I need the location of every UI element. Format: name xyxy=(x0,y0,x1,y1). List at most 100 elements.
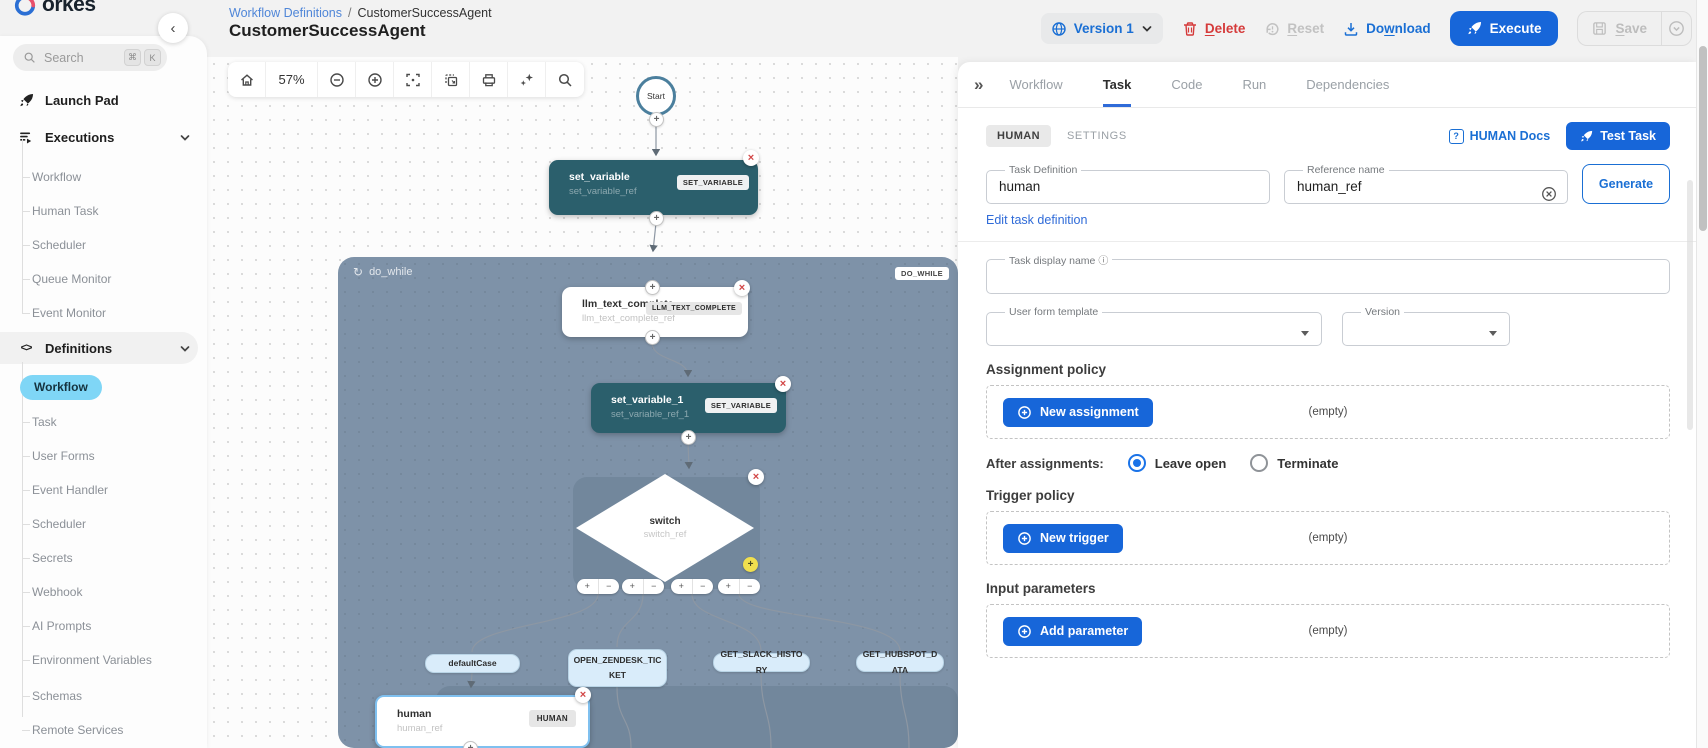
sidebar-section-executions[interactable]: Executions xyxy=(0,124,207,150)
add-branch-button[interactable]: + xyxy=(743,557,758,572)
add-task-button[interactable]: + xyxy=(649,211,664,226)
ai-assist-button[interactable] xyxy=(508,62,546,97)
node-set-variable-1[interactable]: set_variable_1 set_variable_ref_1 SET_VA… xyxy=(591,383,786,433)
task-display-name-field[interactable]: Task display name ⓘ xyxy=(986,252,1670,294)
new-trigger-button[interactable]: New trigger xyxy=(1003,523,1123,553)
window-scrollbar-thumb[interactable] xyxy=(1699,46,1707,231)
home-view-button[interactable] xyxy=(228,62,266,97)
case-get-hubspot-data[interactable]: GET_HUBSPOT_DATA xyxy=(856,649,944,675)
breadcrumb-link[interactable]: Workflow Definitions xyxy=(229,6,342,20)
sidebar-item-ai-prompts[interactable]: AI Prompts xyxy=(21,613,91,639)
zoom-in-icon xyxy=(367,72,382,87)
radio-leave-open[interactable]: Leave open xyxy=(1127,454,1226,472)
remove-node-button[interactable]: × xyxy=(734,280,750,296)
add-task-button[interactable]: + xyxy=(649,112,664,127)
reference-name-field[interactable]: Reference name human_ref xyxy=(1284,164,1568,204)
add-parameter-button[interactable]: Add parameter xyxy=(1003,616,1143,646)
tab-task[interactable]: Task xyxy=(1103,62,1132,107)
zoom-out-button[interactable] xyxy=(318,62,356,97)
download-icon xyxy=(1344,21,1358,36)
sidebar-item-exec-workflow[interactable]: Workflow xyxy=(21,164,81,190)
add-task-button[interactable]: + xyxy=(681,430,696,445)
assignment-policy-box: New assignment (empty) xyxy=(986,385,1670,439)
panel-expand-icon[interactable]: » xyxy=(974,75,983,95)
sidebar-item-environment-variables[interactable]: Environment Variables xyxy=(22,647,152,673)
save-button[interactable]: Save xyxy=(1577,11,1661,46)
edit-task-definition-link[interactable]: Edit task definition xyxy=(986,213,1087,227)
copy-workflow-button[interactable] xyxy=(432,62,470,97)
user-form-template-select[interactable]: User form template xyxy=(986,306,1322,346)
sidebar-item-def-scheduler[interactable]: Scheduler xyxy=(21,511,86,537)
download-button[interactable]: Download xyxy=(1343,21,1431,37)
branch-add-remove[interactable]: + − xyxy=(671,579,713,594)
tab-workflow[interactable]: Workflow xyxy=(1009,62,1062,107)
remove-node-button[interactable]: × xyxy=(748,469,764,485)
version-select[interactable]: Version xyxy=(1342,306,1510,346)
human-docs-link[interactable]: ? HUMAN Docs xyxy=(1448,128,1550,144)
clear-reference-icon[interactable] xyxy=(1541,186,1557,202)
sidebar-item-secrets[interactable]: Secrets xyxy=(22,545,73,571)
branch-add-remove[interactable]: + − xyxy=(577,579,619,594)
trash-icon xyxy=(1183,21,1197,36)
case-open-zendesk-ticket[interactable]: OPEN_ZENDESK_TICKET xyxy=(568,649,667,687)
workflow-canvas[interactable]: 57% ↻ do_while DO_WHILE Start + set_vari… xyxy=(207,57,958,748)
subtab-settings[interactable]: SETTINGS xyxy=(1067,130,1127,142)
fit-view-button[interactable] xyxy=(394,62,432,97)
tab-run[interactable]: Run xyxy=(1242,62,1266,107)
radio-terminate[interactable]: Terminate xyxy=(1250,454,1338,472)
sidebar-section-definitions[interactable]: <> Definitions xyxy=(0,335,207,361)
test-task-button[interactable]: Test Task xyxy=(1566,122,1670,150)
add-task-button[interactable]: + xyxy=(645,330,660,345)
branch-add-remove[interactable]: + − xyxy=(718,579,760,594)
node-set-variable[interactable]: set_variable set_variable_ref SET_VARIAB… xyxy=(549,160,758,215)
assignment-policy-heading: Assignment policy xyxy=(986,362,1107,377)
window-scrollbar[interactable] xyxy=(1696,0,1708,748)
generate-button[interactable]: Generate xyxy=(1582,164,1670,204)
sidebar-item-queue-monitor[interactable]: Queue Monitor xyxy=(21,266,111,292)
sidebar-item-def-task[interactable]: Task xyxy=(22,409,57,435)
zoom-level[interactable]: 57% xyxy=(266,62,318,97)
reset-button[interactable]: Reset xyxy=(1264,21,1324,37)
sidebar-item-def-workflow-active[interactable]: Workflow xyxy=(20,375,102,400)
search-nodes-button[interactable] xyxy=(546,62,584,97)
sidebar-collapse-button[interactable]: ‹ xyxy=(158,13,188,43)
sidebar-item-human-task[interactable]: Human Task xyxy=(21,198,98,224)
case-default[interactable]: defaultCase xyxy=(425,654,520,673)
print-button[interactable] xyxy=(470,62,508,97)
sidebar-item-event-monitor[interactable]: Event Monitor xyxy=(21,300,106,326)
node-human[interactable]: human human_ref HUMAN xyxy=(375,695,590,748)
version-dropdown[interactable]: Version 1 xyxy=(1040,13,1163,44)
add-task-button[interactable]: + xyxy=(645,280,660,295)
sidebar-item-launch-pad[interactable]: Launch Pad xyxy=(0,87,207,113)
orkes-logo: orkes xyxy=(14,0,96,17)
case-get-slack-history[interactable]: GET_SLACK_HISTORY xyxy=(713,649,810,675)
remove-node-button[interactable]: × xyxy=(743,150,759,166)
sidebar-item-remote-services[interactable]: Remote Services xyxy=(21,717,123,743)
caret-circle-icon xyxy=(1669,21,1684,36)
logo-text: orkes xyxy=(42,0,96,16)
new-assignment-button[interactable]: New assignment xyxy=(1003,397,1153,427)
start-node[interactable]: Start xyxy=(636,76,676,116)
sidebar-item-schemas[interactable]: Schemas xyxy=(21,683,82,709)
sidebar-item-user-forms[interactable]: User Forms xyxy=(22,443,95,469)
branch-add-remove[interactable]: + − xyxy=(622,579,664,594)
do-while-label: ↻ do_while xyxy=(353,265,413,279)
save-dropdown-button[interactable] xyxy=(1661,11,1692,46)
subtab-human[interactable]: HUMAN xyxy=(986,125,1051,147)
panel-scrollbar-thumb[interactable] xyxy=(1687,180,1693,430)
task-definition-field[interactable]: Task Definition human xyxy=(986,164,1270,204)
sidebar-item-event-handler[interactable]: Event Handler xyxy=(21,477,108,503)
sidebar-item-exec-scheduler[interactable]: Scheduler xyxy=(21,232,86,258)
zoom-out-icon xyxy=(329,72,344,87)
search-input[interactable]: Search ⌘ K xyxy=(13,44,167,71)
input-parameters-heading: Input parameters xyxy=(986,581,1096,596)
tab-dependencies[interactable]: Dependencies xyxy=(1306,62,1389,107)
printer-icon xyxy=(482,73,495,86)
zoom-in-button[interactable] xyxy=(356,62,394,97)
tab-code[interactable]: Code xyxy=(1171,62,1202,107)
sidebar-item-webhook[interactable]: Webhook xyxy=(21,579,82,605)
remove-node-button[interactable]: × xyxy=(575,687,591,703)
remove-node-button[interactable]: × xyxy=(775,376,791,392)
delete-button[interactable]: Delete xyxy=(1182,21,1245,37)
execute-button[interactable]: Execute xyxy=(1449,11,1559,46)
